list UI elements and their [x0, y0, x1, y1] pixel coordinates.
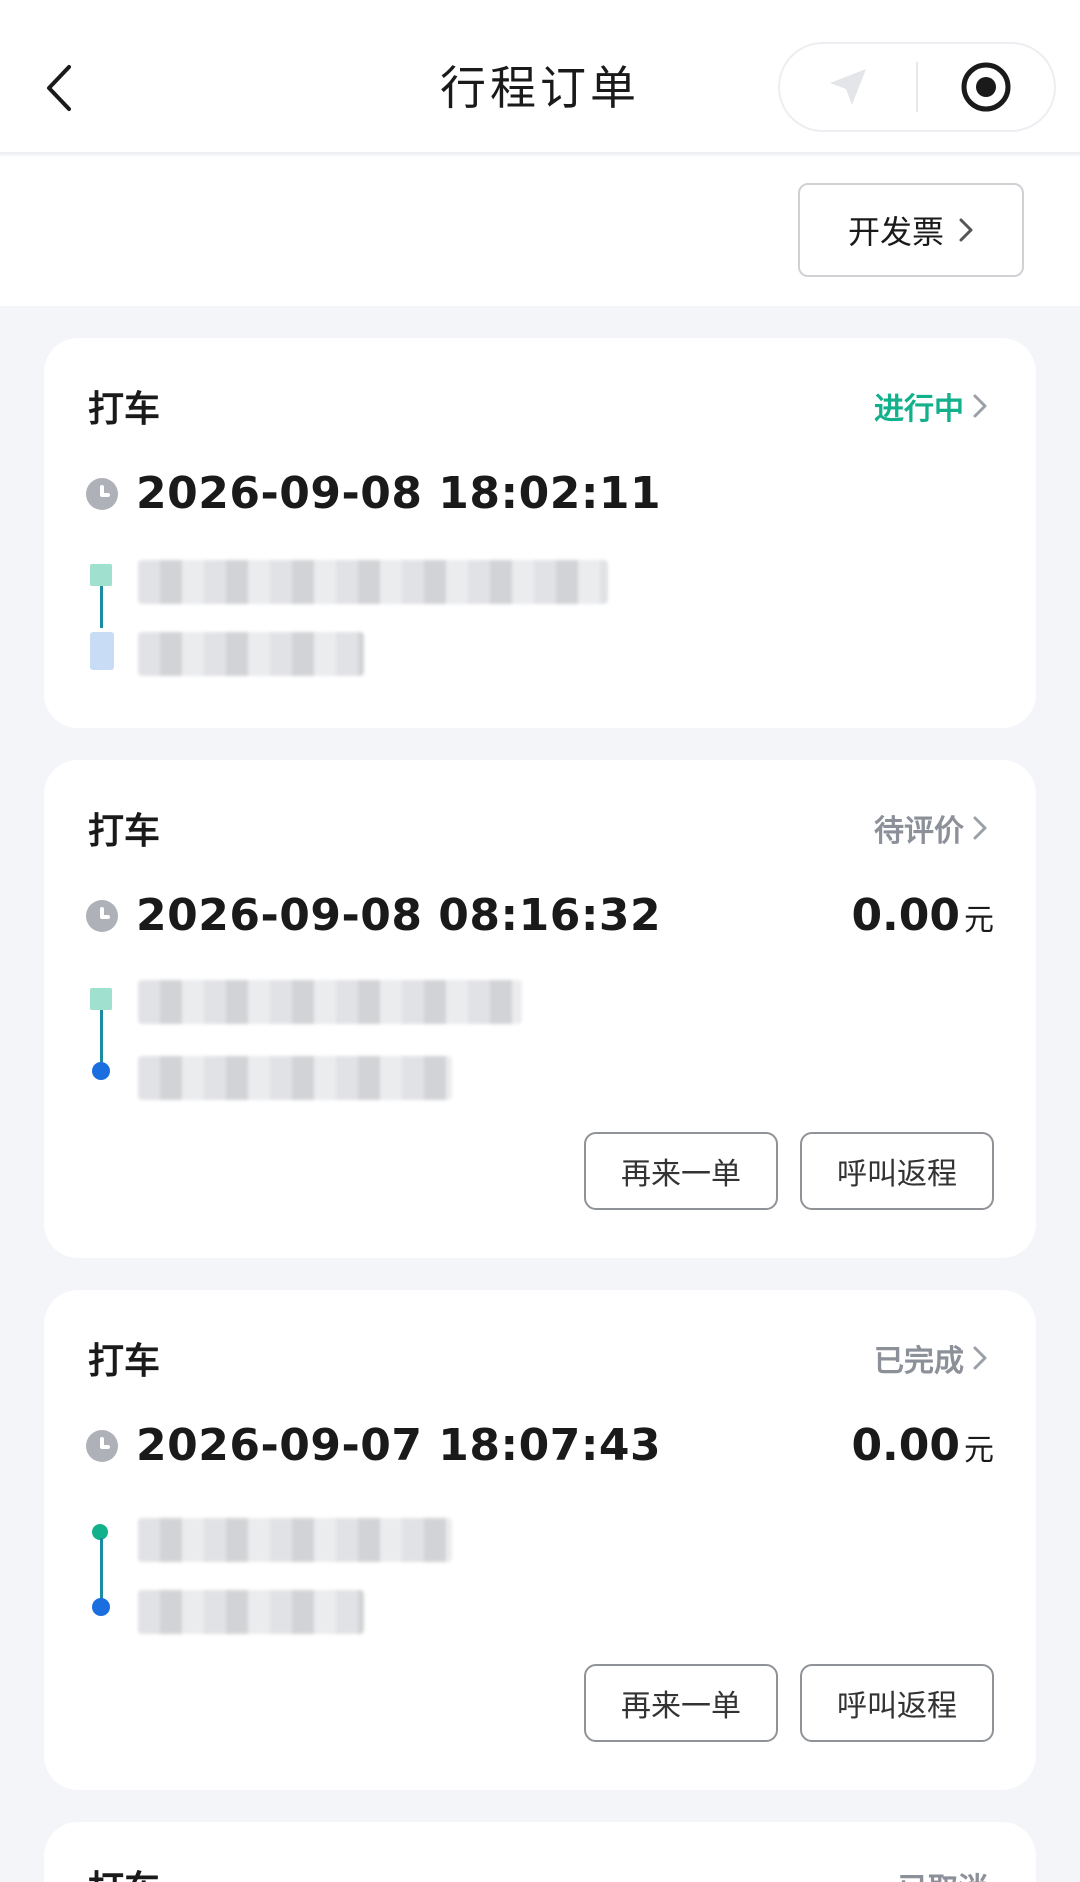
route-line: [100, 586, 103, 628]
reorder-button[interactable]: 再来一单: [584, 1664, 778, 1742]
chevron-right-icon: [973, 394, 987, 418]
chevron-right-icon: [973, 816, 987, 840]
order-price: 0.00 元: [851, 1420, 994, 1471]
end-marker-icon: [90, 632, 114, 670]
route-info: [90, 970, 550, 1100]
end-address-blurred: [138, 632, 364, 676]
clock-icon: [86, 899, 118, 932]
route-info: [90, 560, 608, 690]
price-unit: 元: [964, 903, 994, 938]
end-marker-icon: [92, 1598, 110, 1616]
start-address-blurred: [138, 560, 608, 604]
reorder-button[interactable]: 再来一单: [584, 1132, 778, 1210]
mini-program-capsule: [778, 42, 1056, 132]
invoice-button[interactable]: 开发票: [798, 183, 1024, 277]
order-card[interactable]: 打车 待评价 2026-09-08 08:16:32 0.00 元 再来一单 呼…: [44, 760, 1036, 1258]
end-address-blurred: [138, 1590, 364, 1634]
order-card[interactable]: 打车 已取消: [44, 1822, 1036, 1882]
order-time-row: 2026-09-07 18:07:43: [86, 1420, 661, 1471]
order-time-row: 2026-09-08 18:02:11: [86, 468, 661, 519]
route-line: [100, 1010, 103, 1062]
record-target-icon: [961, 62, 1011, 112]
status-label: 已取消: [898, 1864, 988, 1882]
order-card[interactable]: 打车 已完成 2026-09-07 18:07:43 0.00 元 再来一单 呼…: [44, 1290, 1036, 1790]
chevron-right-icon: [959, 218, 973, 242]
order-status[interactable]: 待评价: [874, 806, 988, 850]
call-return-button[interactable]: 呼叫返程: [800, 1664, 994, 1742]
start-marker-icon: [90, 988, 112, 1010]
nav-header: 行程订单: [0, 0, 1080, 154]
order-time: 2026-09-07 18:07:43: [136, 1420, 662, 1471]
status-label: 进行中: [874, 392, 964, 427]
start-marker-icon: [90, 564, 112, 586]
order-status[interactable]: 已完成: [874, 1336, 988, 1380]
order-actions: 再来一单 呼叫返程: [584, 1664, 994, 1742]
order-status[interactable]: 进行中: [874, 384, 988, 428]
order-price: 0.00 元: [851, 890, 994, 941]
location-button[interactable]: [780, 44, 916, 130]
order-type: 打车: [88, 1860, 160, 1882]
end-address-blurred: [138, 1056, 452, 1100]
order-type: 打车: [88, 811, 161, 852]
record-button[interactable]: [918, 44, 1054, 130]
order-type: 打车: [88, 1341, 161, 1382]
order-type: 打车: [88, 389, 161, 430]
order-actions: 再来一单 呼叫返程: [584, 1132, 994, 1210]
price-unit: 元: [964, 1433, 994, 1468]
chevron-right-icon: [973, 1346, 987, 1370]
status-label: 已完成: [874, 1344, 964, 1379]
order-card[interactable]: 打车 进行中 2026-09-08 18:02:11: [44, 338, 1036, 728]
invoice-bar: 开发票: [0, 156, 1080, 306]
end-marker-icon: [92, 1062, 110, 1080]
start-address-blurred: [138, 980, 522, 1024]
route-info: [90, 1506, 550, 1636]
price-value: 0.00: [851, 890, 960, 941]
call-return-button[interactable]: 呼叫返程: [800, 1132, 994, 1210]
order-time: 2026-09-08 08:16:32: [136, 890, 662, 941]
invoice-label: 开发票: [847, 213, 944, 251]
start-address-blurred: [138, 1518, 452, 1562]
order-time: 2026-09-08 18:02:11: [136, 468, 662, 519]
clock-icon: [86, 477, 118, 510]
location-arrow-icon: [830, 69, 866, 105]
price-value: 0.00: [851, 1420, 960, 1471]
order-time-row: 2026-09-08 08:16:32: [86, 890, 661, 941]
order-status[interactable]: 已取消: [898, 1864, 988, 1882]
status-label: 待评价: [874, 814, 964, 849]
clock-icon: [86, 1429, 118, 1462]
route-line: [100, 1538, 103, 1600]
